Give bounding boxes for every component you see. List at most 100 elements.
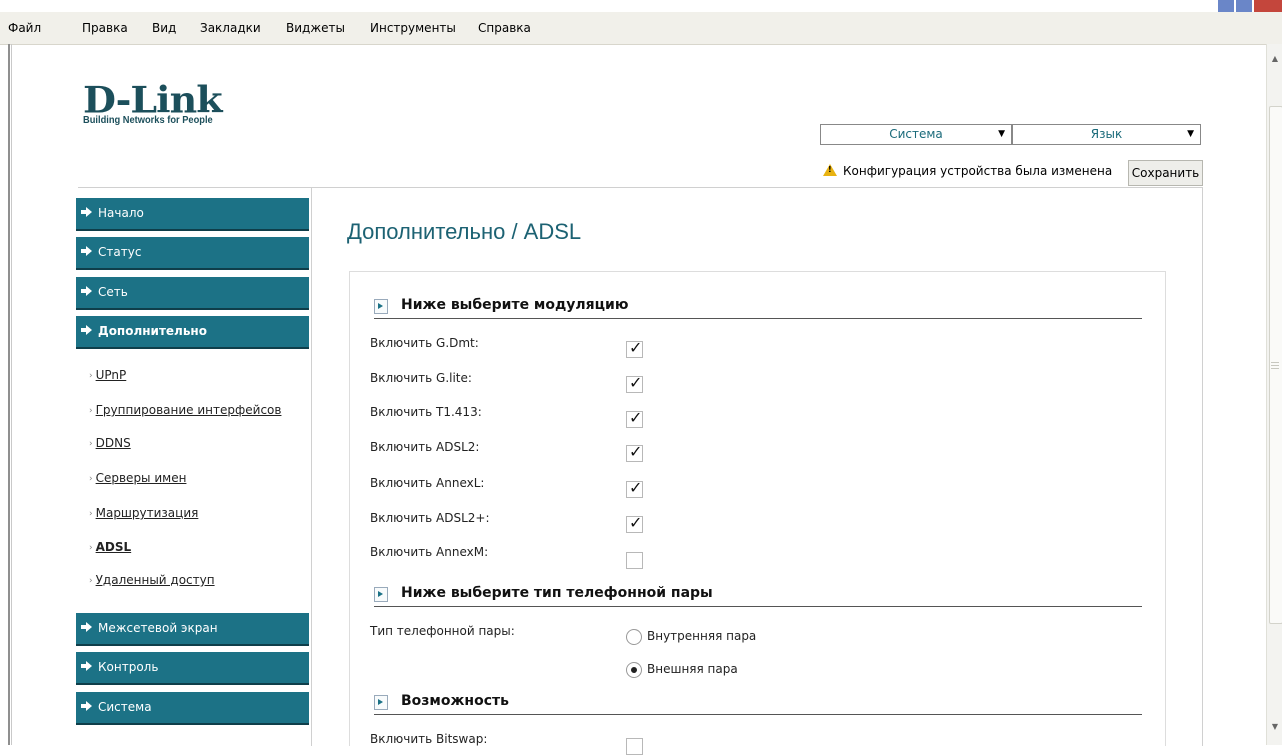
sidebar-item-status[interactable]: Статус <box>76 237 309 270</box>
sidebar-item-firewall[interactable]: Межсетевой экран <box>76 613 309 646</box>
bullet-icon: › <box>89 371 93 381</box>
checkmark-icon: ✓ <box>629 513 643 532</box>
sidebar-item-label: Система <box>98 700 152 714</box>
sidebar-item-label: Дополнительно <box>98 324 207 338</box>
pair-internal-label[interactable]: Внутренняя пара <box>647 629 756 643</box>
sidebar-subitem-remote-access[interactable]: › Удаленный доступ <box>89 573 215 587</box>
sidebar-subitem-ddns[interactable]: › DDNS <box>89 436 131 450</box>
system-select[interactable]: Система ▼ <box>820 124 1012 145</box>
gdmt-label: Включить G.Dmt: <box>370 336 479 350</box>
sidebar-item-label: Контроль <box>98 660 159 674</box>
pair-internal-radio[interactable] <box>626 629 642 645</box>
sidebar-item-label: Сеть <box>98 285 128 299</box>
adsl2plus-label: Включить ADSL2+: <box>370 511 490 525</box>
vertical-scrollbar[interactable]: ▲ ▼ <box>1266 44 1282 745</box>
sidebar-subitem-name-servers[interactable]: › Серверы имен <box>89 471 186 485</box>
sidebar-subitem-upnp[interactable]: › UPnP <box>89 368 126 382</box>
sidebar-subitem-label: ADSL <box>95 540 132 554</box>
arrow-right-icon <box>81 286 92 296</box>
config-changed-notice: Конфигурация устройства была изменена <box>823 163 1112 178</box>
sidebar-item-system[interactable]: Система <box>76 692 309 725</box>
bitswap-label: Включить Bitswap: <box>370 732 488 746</box>
t1413-label: Включить T1.413: <box>370 405 482 419</box>
sidebar-item-label: Межсетевой экран <box>98 621 218 635</box>
section-arrow-icon <box>374 587 388 602</box>
sidebar-subitem-label: DDNS <box>95 436 131 450</box>
browser-menubar: Файл Правка Вид Закладки Виджеты Инструм… <box>0 12 1282 45</box>
window-button-strip <box>1236 0 1252 12</box>
window-close-strip <box>1254 0 1282 12</box>
sidebar-subitem-label: Группирование интерфейсов <box>95 403 282 417</box>
section-phone-pair: Ниже выберите тип телефонной пары <box>374 584 1142 607</box>
glite-checkbox[interactable]: ✓ <box>626 374 643 393</box>
section-arrow-icon <box>374 299 388 314</box>
bitswap-checkbox[interactable] <box>626 738 643 755</box>
sidebar-subitem-adsl[interactable]: › ADSL <box>89 540 131 554</box>
menu-help[interactable]: Справка <box>478 21 531 35</box>
pair-external-label[interactable]: Внешняя пара <box>647 662 738 676</box>
bullet-icon: › <box>89 474 93 484</box>
sidebar-item-start[interactable]: Начало <box>76 198 309 231</box>
annexl-checkbox[interactable]: ✓ <box>626 478 643 498</box>
window-top-edge <box>0 0 1282 12</box>
window-frame-left <box>8 44 10 745</box>
sidebar-subitem-label: Удаленный доступ <box>95 573 215 587</box>
scrollbar-grip-icon <box>1271 362 1279 370</box>
chevron-down-icon: ▼ <box>1187 129 1194 139</box>
menu-view[interactable]: Вид <box>152 21 176 35</box>
bullet-icon: › <box>89 509 93 519</box>
sidebar-item-control[interactable]: Контроль <box>76 652 309 685</box>
pair-type-label: Тип телефонной пары: <box>370 624 515 638</box>
arrow-right-icon <box>81 661 92 671</box>
checkmark-icon: ✓ <box>629 442 643 461</box>
chevron-down-icon: ▼ <box>998 129 1005 139</box>
arrow-right-icon <box>81 325 92 335</box>
bullet-icon: › <box>89 543 93 553</box>
section-feature: Возможность <box>374 692 1142 715</box>
arrow-right-icon <box>81 622 92 632</box>
section-title: Ниже выберите тип телефонной пары <box>401 585 713 601</box>
bullet-icon: › <box>89 576 93 586</box>
glite-label: Включить G.lite: <box>370 371 472 385</box>
sidebar-item-advanced[interactable]: Дополнительно <box>76 316 309 349</box>
bullet-icon: › <box>89 439 93 449</box>
warning-text: Конфигурация устройства была изменена <box>843 164 1113 178</box>
arrow-right-icon <box>81 701 92 711</box>
bullet-icon: › <box>89 406 93 416</box>
sidebar-subitem-label: Серверы имен <box>95 471 187 485</box>
annexl-label: Включить AnnexL: <box>370 476 485 490</box>
section-title: Ниже выберите модуляцию <box>401 297 629 313</box>
sidebar-subitem-label: UPnP <box>95 368 127 382</box>
checkmark-icon: ✓ <box>629 478 643 497</box>
menu-edit[interactable]: Правка <box>82 21 128 35</box>
window-button-strip <box>1218 0 1234 12</box>
radio-selected-dot <box>631 667 637 673</box>
gdmt-checkbox[interactable]: ✓ <box>626 339 643 358</box>
section-arrow-icon <box>374 695 388 710</box>
language-select-value: Язык <box>1090 127 1123 141</box>
menu-widgets[interactable]: Виджеты <box>286 21 345 35</box>
save-button[interactable]: Сохранить <box>1128 160 1203 186</box>
sidebar-item-label: Статус <box>98 245 142 259</box>
annexm-checkbox[interactable] <box>626 552 643 569</box>
dlink-logo: D-Link Building Networks for People <box>83 81 223 126</box>
scroll-down-icon[interactable]: ▼ <box>1269 720 1281 734</box>
scroll-up-icon[interactable]: ▲ <box>1269 52 1281 66</box>
menu-bookmarks[interactable]: Закладки <box>200 21 261 35</box>
sidebar-subitem-interface-grouping[interactable]: › Группирование интерфейсов <box>89 403 281 417</box>
t1413-checkbox[interactable]: ✓ <box>626 409 643 428</box>
language-select[interactable]: Язык ▼ <box>1012 124 1201 145</box>
menu-tools[interactable]: Инструменты <box>370 21 456 35</box>
section-modulation: Ниже выберите модуляцию <box>374 296 1142 319</box>
arrow-right-icon <box>81 207 92 217</box>
menu-file[interactable]: Файл <box>8 21 41 35</box>
adsl2-checkbox[interactable]: ✓ <box>626 442 643 462</box>
sidebar-item-label: Начало <box>98 206 144 220</box>
sidebar-subitem-label: Маршрутизация <box>95 506 199 520</box>
pair-external-radio[interactable] <box>626 662 642 678</box>
section-title: Возможность <box>401 693 509 709</box>
system-select-value: Система <box>889 127 943 141</box>
sidebar-item-network[interactable]: Сеть <box>76 277 309 310</box>
sidebar-subitem-routing[interactable]: › Маршрутизация <box>89 506 198 520</box>
adsl2plus-checkbox[interactable]: ✓ <box>626 513 643 533</box>
